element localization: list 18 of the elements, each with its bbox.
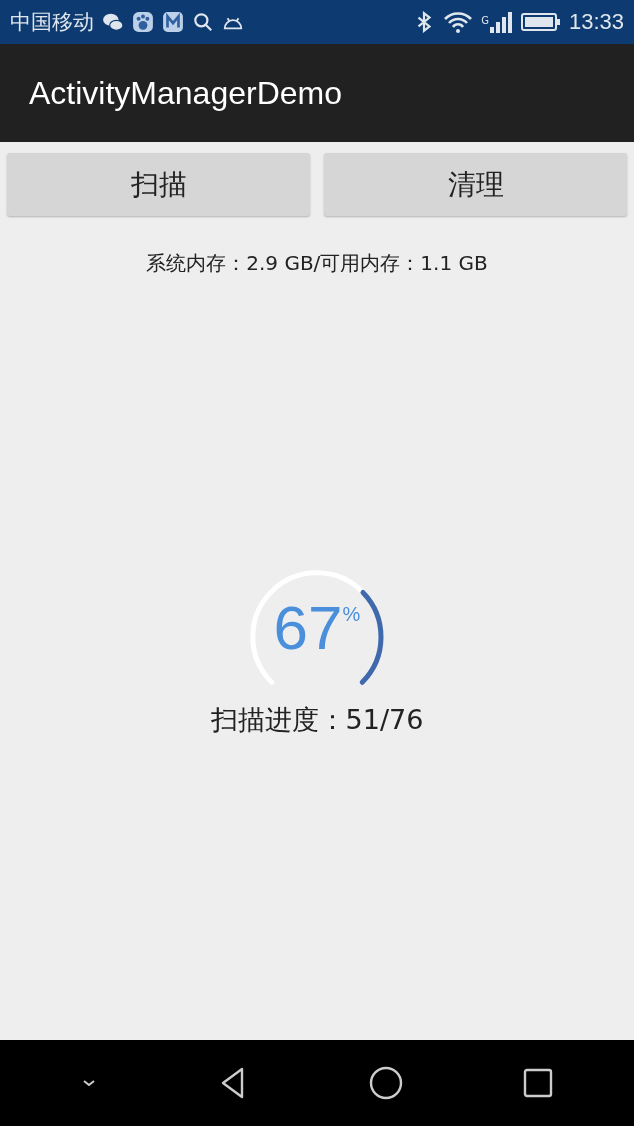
signal-icon bbox=[488, 11, 513, 33]
action-button[interactable]: 扫描 bbox=[7, 153, 310, 216]
battery-icon bbox=[520, 11, 561, 33]
carrier-name: 中国移动 bbox=[10, 9, 94, 36]
wifi-icon bbox=[443, 11, 474, 33]
search-icon bbox=[192, 11, 214, 33]
percent-sign: % bbox=[342, 603, 361, 625]
scan-progress-label: 扫描进度：51/76 bbox=[210, 703, 424, 737]
recents-icon[interactable] bbox=[521, 1066, 555, 1100]
paw-icon bbox=[132, 11, 154, 33]
memory-info: 系统内存：2.9 GB/可用内存：1.1 GB bbox=[145, 250, 489, 277]
home-icon[interactable] bbox=[369, 1066, 403, 1100]
progress-percent: 67 bbox=[273, 597, 343, 659]
network-type: G bbox=[481, 15, 489, 26]
app-title: ActivityManagerDemo bbox=[29, 74, 342, 112]
chat-bubbles-icon bbox=[102, 11, 124, 33]
action-button[interactable]: 清理 bbox=[324, 153, 627, 216]
clock-time: 13:33 bbox=[568, 9, 624, 35]
